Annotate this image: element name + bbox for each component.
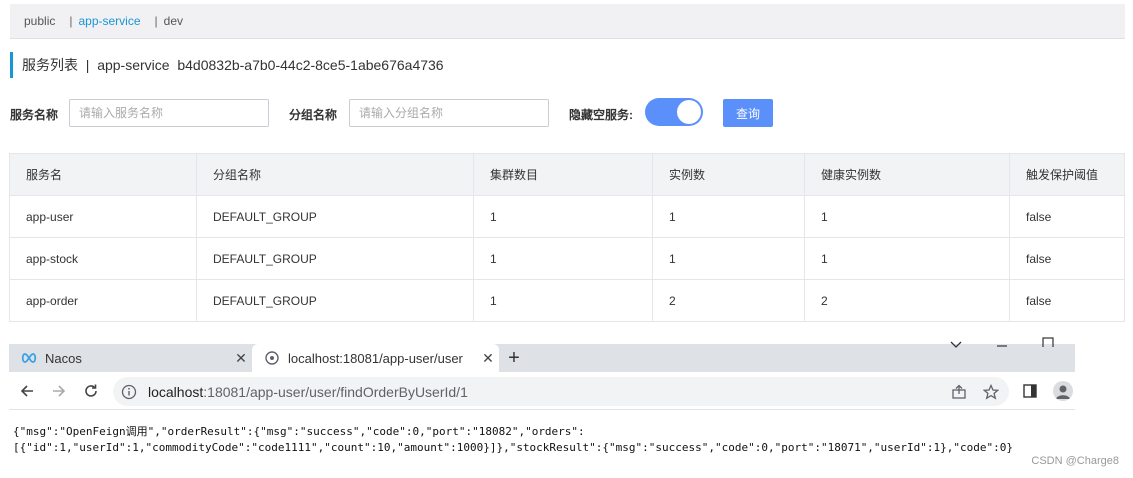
col-header-protect-threshold[interactable]: 触发保护阈值 (1009, 153, 1125, 196)
col-header-cluster-count[interactable]: 集群数目 (473, 153, 653, 196)
close-icon[interactable]: ✕ (477, 350, 499, 367)
cell-protect-threshold: false (1009, 195, 1125, 238)
tab-title: Nacos (45, 350, 82, 366)
group-name-input[interactable] (349, 99, 549, 127)
info-icon[interactable] (121, 384, 137, 400)
response-body: {"msg":"OpenFeign调用","orderResult":{"msg… (13, 424, 1123, 456)
tab-nacos[interactable]: Nacos ✕ (9, 344, 252, 372)
url-path: :18081/app-user/user/findOrderByUserId/1 (203, 383, 468, 400)
namespace-separator: | (69, 14, 73, 28)
page-title-text: 服务列表 (22, 57, 78, 73)
share-icon[interactable] (951, 384, 967, 400)
namespace-dev[interactable]: dev (164, 14, 183, 28)
service-name-input[interactable] (69, 99, 269, 127)
cell-group-name: DEFAULT_GROUP (196, 279, 474, 322)
tab-localhost[interactable]: localhost:18081/app-user/user ✕ (252, 344, 499, 372)
address-bar[interactable]: localhost:18081/app-user/user/findOrderB… (113, 377, 1009, 406)
namespace-bar: public | app-service | dev (10, 4, 1125, 39)
namespace-id: b4d0832b-a7b0-44c2-8ce5-1abe676a4736 (177, 57, 444, 73)
nacos-logo-icon (21, 353, 37, 363)
minimize-icon[interactable] (996, 335, 1008, 350)
cell-protect-threshold: false (1009, 237, 1125, 280)
cell-healthy-count: 1 (804, 237, 1010, 280)
forward-icon[interactable] (49, 381, 69, 401)
query-button[interactable]: 查询 (723, 99, 773, 127)
cell-cluster-count: 1 (473, 237, 653, 280)
url-text: localhost:18081/app-user/user/findOrderB… (148, 384, 468, 400)
col-header-group-name[interactable]: 分组名称 (196, 153, 474, 196)
tab-title: localhost:18081/app-user/user (288, 350, 463, 366)
response-line: [{"id":1,"userId":1,"commodityCode":"cod… (13, 441, 1014, 454)
service-table: 服务名 分组名称 集群数目 实例数 健康实例数 触发保护阈值 app-user … (9, 153, 1125, 322)
namespace-public[interactable]: public (24, 14, 55, 28)
watermark: CSDN @Charge8 (1031, 455, 1119, 467)
bookmark-star-icon[interactable] (982, 383, 1000, 400)
cell-group-name: DEFAULT_GROUP (196, 195, 474, 238)
side-panel-icon[interactable] (1022, 383, 1038, 399)
cell-instance-count: 1 (652, 237, 805, 280)
toggle-knob (677, 100, 701, 124)
page-title: 服务列表 | app-service b4d0832b-a7b0-44c2-8c… (10, 52, 444, 78)
col-header-healthy-count[interactable]: 健康实例数 (804, 153, 1010, 196)
table-row: app-user DEFAULT_GROUP 1 1 1 false (9, 195, 1125, 238)
filter-bar: 服务名称 分组名称 隐藏空服务: 查询 (10, 98, 1110, 127)
namespace-app-service[interactable]: app-service (78, 14, 140, 28)
col-header-instance-count[interactable]: 实例数 (652, 153, 805, 196)
response-line: {"msg":"OpenFeign调用","orderResult":{"msg… (13, 425, 585, 438)
cell-instance-count: 1 (652, 195, 805, 238)
cell-service-name: app-order (9, 279, 197, 322)
title-accent-bar (10, 52, 13, 78)
browser-toolbar: localhost:18081/app-user/user/findOrderB… (9, 372, 1075, 410)
cell-cluster-count: 1 (473, 279, 653, 322)
url-host: localhost (148, 383, 204, 400)
cell-healthy-count: 2 (804, 279, 1010, 322)
browser-tabstrip: Nacos ✕ localhost:18081/app-user/user ✕ … (9, 344, 1075, 372)
cell-protect-threshold: false (1009, 279, 1125, 322)
cell-instance-count: 2 (652, 279, 805, 322)
table-row: app-order DEFAULT_GROUP 1 2 2 false (9, 279, 1125, 322)
table-row: app-stock DEFAULT_GROUP 1 1 1 false (9, 237, 1125, 280)
back-icon[interactable] (17, 381, 37, 401)
reload-icon[interactable] (81, 381, 101, 401)
profile-avatar-icon[interactable] (1053, 381, 1073, 401)
hide-empty-toggle[interactable] (645, 98, 703, 126)
hide-empty-label: 隐藏空服务: (569, 108, 633, 122)
maximize-icon[interactable] (1042, 335, 1054, 350)
cell-group-name: DEFAULT_GROUP (196, 237, 474, 280)
new-tab-button[interactable]: + (503, 347, 525, 369)
namespace-name: app-service (97, 57, 170, 73)
cell-service-name: app-user (9, 195, 197, 238)
close-icon[interactable]: ✕ (230, 350, 252, 367)
table-header-row: 服务名 分组名称 集群数目 实例数 健康实例数 触发保护阈值 (9, 153, 1125, 196)
namespace-separator: | (154, 14, 158, 28)
col-header-service-name[interactable]: 服务名 (9, 153, 197, 196)
group-name-label: 分组名称 (289, 108, 338, 122)
service-name-label: 服务名称 (10, 108, 59, 122)
cell-cluster-count: 1 (473, 195, 653, 238)
globe-icon (264, 351, 280, 365)
cell-healthy-count: 1 (804, 195, 1010, 238)
cell-service-name: app-stock (9, 237, 197, 280)
chevron-down-icon[interactable] (950, 337, 962, 352)
